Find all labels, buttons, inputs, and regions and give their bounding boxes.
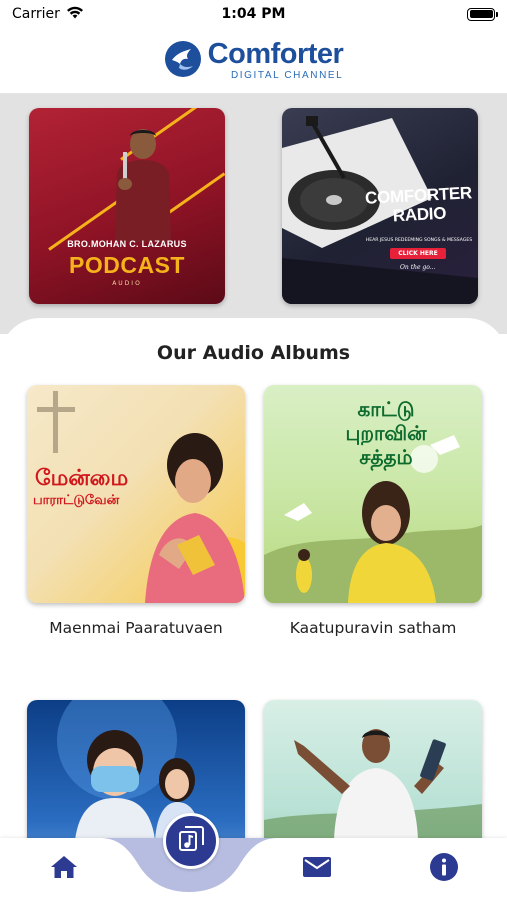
radio-tagline: On the go... <box>400 264 436 271</box>
podcast-speaker: BRO.MOHAN C. LAZARUS <box>67 239 187 249</box>
info-icon <box>429 852 459 886</box>
album-card[interactable]: காட்டு புறாவின் சத்தம் Kaatupuravin sath… <box>264 385 482 637</box>
radio-title: COMFORTER RADIO <box>364 183 473 226</box>
status-time: 1:04 PM <box>221 6 286 22</box>
dove-logo-icon <box>164 40 202 82</box>
radio-description: HEAR JESUS REDEEMING SONGS & MESSAGES <box>365 238 473 243</box>
album-art-text: மேன்மை <box>35 466 129 491</box>
album-cover[interactable]: மேன்மை பாராட்டுவேன் <box>27 385 245 603</box>
album-title: Kaatupuravin satham <box>289 619 457 637</box>
battery-icon <box>467 7 498 21</box>
nav-home[interactable] <box>34 838 94 900</box>
music-library-icon <box>178 826 204 856</box>
radio-click-here-button[interactable]: CLICK HERE <box>390 248 446 259</box>
speaker-silhouette <box>115 129 171 242</box>
album-card[interactable]: மேன்மை பாராட்டுவேன் Maenmai Paaratuvaen <box>27 385 245 637</box>
featured-section: BRO.MOHAN C. LAZARUS PODCAST AUDIO COMFO… <box>0 94 507 334</box>
album-title: Maenmai Paaratuvaen <box>49 619 223 637</box>
albums-heading: Our Audio Albums <box>156 342 351 364</box>
album-cover[interactable]: காட்டு புறாவின் சத்தம் <box>264 385 482 603</box>
album-art-text: காட்டு புறாவின் சத்தம் <box>345 397 427 469</box>
albums-section: Our Audio Albums மேன்மை பாராட்டுவேன் Mae… <box>0 318 507 900</box>
nav-audio-library[interactable] <box>163 813 219 869</box>
app-logo: Comforter DIGITAL CHANNEL <box>164 40 344 82</box>
album-art-text-2: பாராட்டுவேன் <box>33 493 120 508</box>
podcast-subtitle: AUDIO <box>112 280 142 287</box>
podcast-card[interactable]: BRO.MOHAN C. LAZARUS PODCAST AUDIO <box>29 108 225 304</box>
nav-info[interactable] <box>414 838 474 900</box>
logo-title: Comforter <box>207 38 344 70</box>
app-header: Comforter DIGITAL CHANNEL <box>0 28 507 94</box>
home-icon <box>50 854 78 884</box>
logo-wordmark: Comforter DIGITAL CHANNEL <box>208 40 344 81</box>
radio-card[interactable]: COMFORTER RADIO HEAR JESUS REDEEMING SON… <box>282 108 478 304</box>
logo-subtitle: DIGITAL CHANNEL <box>230 70 344 81</box>
status-bar: Carrier 1:04 PM <box>0 0 507 28</box>
bottom-nav <box>0 813 507 900</box>
podcast-title: PODCAST <box>69 252 185 278</box>
mail-icon <box>302 855 332 883</box>
nav-contact[interactable] <box>287 838 347 900</box>
